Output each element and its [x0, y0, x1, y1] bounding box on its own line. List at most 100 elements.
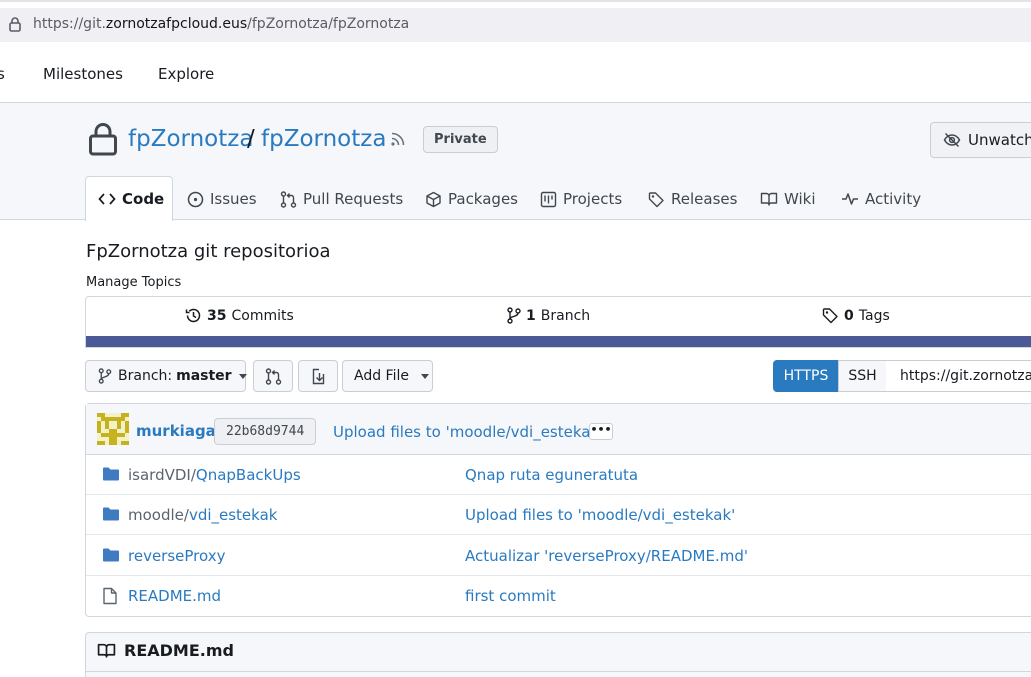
commit-sha-label[interactable]: 22b68d9744 [214, 418, 317, 445]
tab-issues-label: Issues [210, 190, 257, 208]
branch-label: Branch [540, 307, 591, 324]
readme-title: README.md [124, 641, 234, 660]
tab-activity-label: Activity [865, 190, 922, 208]
commit-more-button[interactable]: ••• [589, 423, 613, 440]
file-commit-message[interactable]: Qnap ruta eguneratuta [465, 466, 638, 484]
file-name-part: reverseProxy [128, 547, 226, 565]
url-domain: zornotzafpcloud.eus [105, 16, 248, 32]
nav-item-explore[interactable]: Explore [158, 65, 214, 83]
ssh-clone-button[interactable]: SSH [838, 360, 887, 392]
file-dir-part: isardVDI/ [128, 466, 196, 484]
tab-projects[interactable]: Projects [540, 188, 622, 210]
commit-author-link[interactable]: murkiaga [136, 422, 216, 440]
nav-item-milestones[interactable]: Milestones [43, 65, 123, 83]
file-name-part: vdi_estekak [188, 506, 278, 524]
folder-icon [102, 466, 120, 482]
table-row[interactable]: moodle/vdi_estekak Upload files to 'mood… [86, 495, 1031, 535]
unwatch-button[interactable]: Unwatch [930, 122, 1031, 158]
code-icon [98, 192, 116, 206]
tab-releases-label: Releases [671, 190, 738, 208]
branch-prefix: Branch: [118, 368, 173, 384]
visibility-badge: Private [423, 126, 498, 153]
tab-pull-requests-label: Pull Requests [303, 190, 404, 208]
https-clone-button[interactable]: HTTPS [773, 360, 839, 392]
download-button[interactable] [298, 360, 338, 392]
clone-url-input[interactable]: https://git.zornotzafpcloud.eus/fpZornot… [886, 360, 1031, 392]
tags-stat[interactable]: 0 Tags [822, 307, 890, 324]
tab-pull-requests[interactable]: Pull Requests [280, 188, 403, 210]
tag-icon [648, 191, 665, 208]
tag-icon [822, 307, 839, 324]
table-row[interactable]: reverseProxy Actualizar 'reverseProxy/RE… [86, 536, 1031, 576]
tab-wiki-label: Wiki [784, 190, 816, 208]
private-lock-icon [88, 122, 118, 156]
file-dir-part: moodle/ [128, 506, 189, 524]
commits-label: Commits [231, 307, 294, 324]
top-navigation: s Milestones Explore [0, 50, 1031, 103]
branch-name: master [176, 368, 232, 384]
compare-button[interactable] [253, 360, 293, 392]
unwatch-label: Unwatch [968, 131, 1031, 149]
history-icon [185, 307, 202, 324]
table-row[interactable]: isardVDI/QnapBackUps Qnap ruta eguneratu… [86, 455, 1031, 495]
download-icon [310, 368, 327, 385]
package-icon [425, 191, 442, 208]
tab-code[interactable]: Code [98, 188, 164, 210]
manage-topics-link[interactable]: Manage Topics [86, 275, 181, 290]
commits-stat[interactable]: 35 Commits [185, 307, 294, 324]
tab-packages-label: Packages [448, 190, 518, 208]
git-pull-request-icon [280, 190, 297, 208]
rss-icon[interactable] [390, 131, 406, 147]
repo-owner-link[interactable]: fpZornotza [128, 126, 253, 152]
file-commit-message[interactable]: Actualizar 'reverseProxy/README.md' [465, 547, 748, 565]
file-name-link[interactable]: moodle/vdi_estekak [128, 506, 277, 524]
file-name-link[interactable]: isardVDI/QnapBackUps [128, 466, 301, 484]
add-file-button[interactable]: Add File [342, 360, 433, 392]
file-name-link[interactable]: reverseProxy [128, 547, 225, 565]
file-commit-message[interactable]: Upload files to 'moodle/vdi_estekak' [465, 506, 735, 524]
git-pull-request-icon [265, 367, 282, 385]
url-prefix: https://git. [33, 16, 106, 32]
repo-path-separator: / [247, 126, 255, 152]
branch-count: 1 [526, 307, 536, 324]
file-name-link[interactable]: README.md [128, 587, 221, 605]
branches-stat[interactable]: 1 Branch [507, 307, 590, 324]
folder-icon [102, 506, 120, 522]
eye-closed-icon [943, 132, 961, 148]
readme-divider [86, 671, 1031, 672]
tab-issues[interactable]: Issues [187, 188, 257, 210]
repo-name-link[interactable]: fpZornotza [261, 126, 386, 152]
issue-opened-icon [187, 191, 204, 208]
readme-header: README.md [97, 641, 234, 660]
tags-label: Tags [858, 307, 890, 324]
add-file-label: Add File [354, 368, 409, 384]
latest-commit-message[interactable]: Upload files to 'moodle/vdi_estekak' [333, 423, 603, 441]
tags-count: 0 [844, 307, 854, 324]
tab-packages[interactable]: Packages [425, 188, 518, 210]
pulse-icon [841, 191, 859, 207]
commits-count: 35 [207, 307, 227, 324]
file-name-part: README.md [128, 587, 222, 605]
language-stats-bar[interactable] [86, 336, 1031, 347]
tab-code-label: Code [122, 190, 165, 208]
caret-down-icon [238, 373, 247, 379]
git-branch-icon [98, 368, 112, 384]
tab-wiki[interactable]: Wiki [760, 188, 816, 210]
tab-activity[interactable]: Activity [841, 188, 921, 210]
git-branch-icon [507, 307, 521, 324]
url-path: /fpZornotza/fpZornotza [247, 16, 410, 32]
avatar[interactable] [97, 413, 129, 445]
lock-icon [8, 16, 22, 32]
project-icon [540, 191, 557, 208]
book-icon [760, 191, 778, 207]
url-text[interactable]: https://git.zornotzafpcloud.eus/fpZornot… [33, 16, 409, 32]
nav-item-partial[interactable]: s [0, 65, 5, 83]
table-row[interactable]: README.md first commit [86, 576, 1031, 616]
tab-releases[interactable]: Releases [648, 188, 737, 210]
tab-projects-label: Projects [563, 190, 623, 208]
caret-down-icon [420, 373, 429, 379]
file-icon [102, 587, 118, 605]
branch-selector-button[interactable]: Branch: master [85, 360, 247, 392]
file-commit-message[interactable]: first commit [465, 587, 556, 605]
file-name-part: QnapBackUps [195, 466, 301, 484]
